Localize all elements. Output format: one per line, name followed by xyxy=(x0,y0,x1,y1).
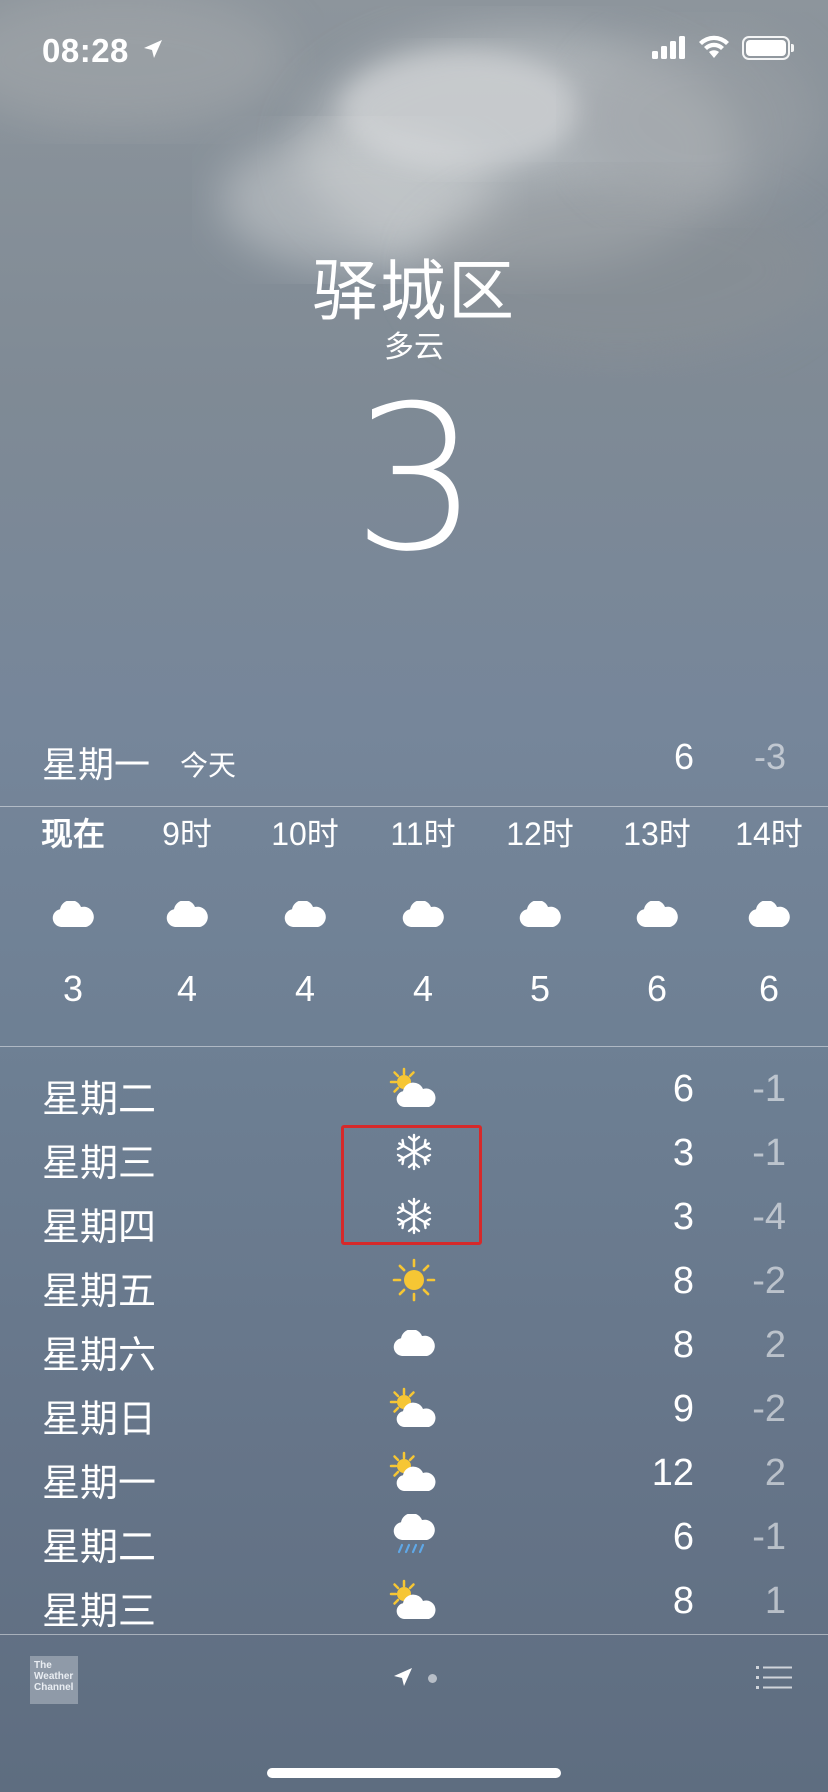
day-low: 2 xyxy=(764,1452,786,1494)
day-high: 6 xyxy=(672,1516,694,1558)
day-high: 8 xyxy=(672,1324,694,1366)
logo-line: Channel xyxy=(34,1682,74,1693)
hour-time: 10时 xyxy=(271,816,339,852)
hourly-forecast[interactable]: 现在 3 9时 4 10时 4 11时 4 12时 5 13时 6 14时 6 xyxy=(0,806,828,1046)
hourly-item: 9时 4 xyxy=(128,806,246,1010)
daily-row: 星期日 9 -2 xyxy=(0,1376,828,1441)
day-low: 1 xyxy=(764,1580,786,1622)
divider xyxy=(0,1634,828,1635)
location-arrow-icon xyxy=(144,40,162,58)
cloud-icon xyxy=(52,901,94,927)
day-name: 星期一 xyxy=(42,1463,157,1505)
list-icon[interactable] xyxy=(756,1664,792,1692)
hourly-item: 14时 6 xyxy=(710,806,828,1010)
daily-row: 星期三 8 1 xyxy=(0,1568,828,1633)
logo-line: Weather xyxy=(34,1671,74,1682)
hour-temp: 6 xyxy=(646,968,668,1009)
day-name: 星期四 xyxy=(42,1207,157,1249)
day-low: -1 xyxy=(752,1068,786,1110)
hourly-item: 12时 5 xyxy=(481,806,599,1010)
daily-row: 星期五 8 -2 xyxy=(0,1248,828,1313)
hourly-item: 11时 4 xyxy=(364,806,482,1010)
day-low: -2 xyxy=(752,1260,786,1302)
day-low: 2 xyxy=(764,1324,786,1366)
day-high: 12 xyxy=(651,1452,694,1494)
page-indicator-dot[interactable] xyxy=(428,1674,437,1683)
today-low: -3 xyxy=(753,736,786,777)
day-high: 9 xyxy=(672,1388,694,1430)
status-bar: 08:28 xyxy=(0,0,828,100)
day-high: 3 xyxy=(672,1132,694,1174)
hourly-item: 现在 3 xyxy=(14,806,132,1010)
cloud-icon xyxy=(284,901,326,927)
status-time: 08:28 xyxy=(42,32,129,69)
daily-row: 星期六 8 2 xyxy=(0,1312,828,1377)
day-low: -2 xyxy=(752,1388,786,1430)
day-name: 星期三 xyxy=(42,1143,157,1185)
current-temperature: 3 xyxy=(352,363,479,596)
hour-temp: 6 xyxy=(758,968,780,1009)
day-low: -4 xyxy=(752,1196,786,1238)
hourly-item: 13时 6 xyxy=(598,806,716,1010)
today-summary: 星期一 今天 6 -3 xyxy=(0,730,828,786)
cellular-signal-icon xyxy=(652,36,685,59)
day-low: -1 xyxy=(752,1132,786,1174)
hour-temp: 4 xyxy=(412,968,434,1009)
hour-time: 12时 xyxy=(506,816,574,852)
cloud-icon xyxy=(166,901,208,927)
partly-sunny-icon xyxy=(389,1067,436,1107)
partly-sunny-icon xyxy=(389,1387,436,1427)
cloud-icon xyxy=(519,901,561,927)
day-name: 星期三 xyxy=(42,1591,157,1633)
daily-row: 星期二 6 -1 xyxy=(0,1504,828,1569)
hour-time: 11时 xyxy=(390,816,456,852)
wifi-icon xyxy=(699,35,729,58)
hour-temp: 5 xyxy=(529,968,551,1009)
day-low: -1 xyxy=(752,1516,786,1558)
hour-time: 现在 xyxy=(40,816,105,852)
divider xyxy=(0,1046,828,1047)
cloud-icon xyxy=(748,901,790,927)
logo-line: The xyxy=(34,1660,52,1671)
day-high: 6 xyxy=(672,1068,694,1110)
day-high: 3 xyxy=(672,1196,694,1238)
hourly-item: 10时 4 xyxy=(246,806,364,1010)
day-name: 星期二 xyxy=(42,1079,157,1121)
highlight-box xyxy=(341,1125,482,1245)
today-day-name: 星期一 xyxy=(42,744,151,785)
bottom-bar: The Weather Channel xyxy=(0,1636,828,1792)
sun-icon xyxy=(392,1258,436,1302)
rain-icon xyxy=(393,1514,435,1554)
hour-time: 14时 xyxy=(735,816,803,852)
city-name: 驿城区 xyxy=(312,254,516,328)
day-high: 8 xyxy=(672,1580,694,1622)
today-label: 今天 xyxy=(180,750,237,781)
current-condition: 多云 xyxy=(384,331,444,364)
day-name: 星期日 xyxy=(42,1399,157,1441)
cloud-icon xyxy=(393,1330,435,1356)
location-arrow-icon[interactable] xyxy=(392,1666,414,1688)
partly-sunny-icon xyxy=(389,1579,436,1619)
home-indicator[interactable] xyxy=(267,1768,561,1778)
day-name: 星期六 xyxy=(42,1335,157,1377)
hour-temp: 3 xyxy=(62,968,84,1009)
hour-temp: 4 xyxy=(294,968,316,1009)
day-name: 星期五 xyxy=(42,1271,157,1313)
daily-row: 星期一 12 2 xyxy=(0,1440,828,1505)
hour-time: 13时 xyxy=(623,816,691,852)
today-high: 6 xyxy=(673,736,694,777)
cloud-icon xyxy=(402,901,444,927)
hour-time: 9时 xyxy=(162,816,212,852)
day-high: 8 xyxy=(672,1260,694,1302)
partly-sunny-icon xyxy=(389,1451,436,1491)
day-name: 星期二 xyxy=(42,1527,157,1569)
hour-temp: 4 xyxy=(176,968,198,1009)
daily-row: 星期二 6 -1 xyxy=(0,1056,828,1121)
cloud-icon xyxy=(636,901,678,927)
weather-channel-logo[interactable]: The Weather Channel xyxy=(30,1656,78,1704)
battery-icon xyxy=(742,36,794,60)
